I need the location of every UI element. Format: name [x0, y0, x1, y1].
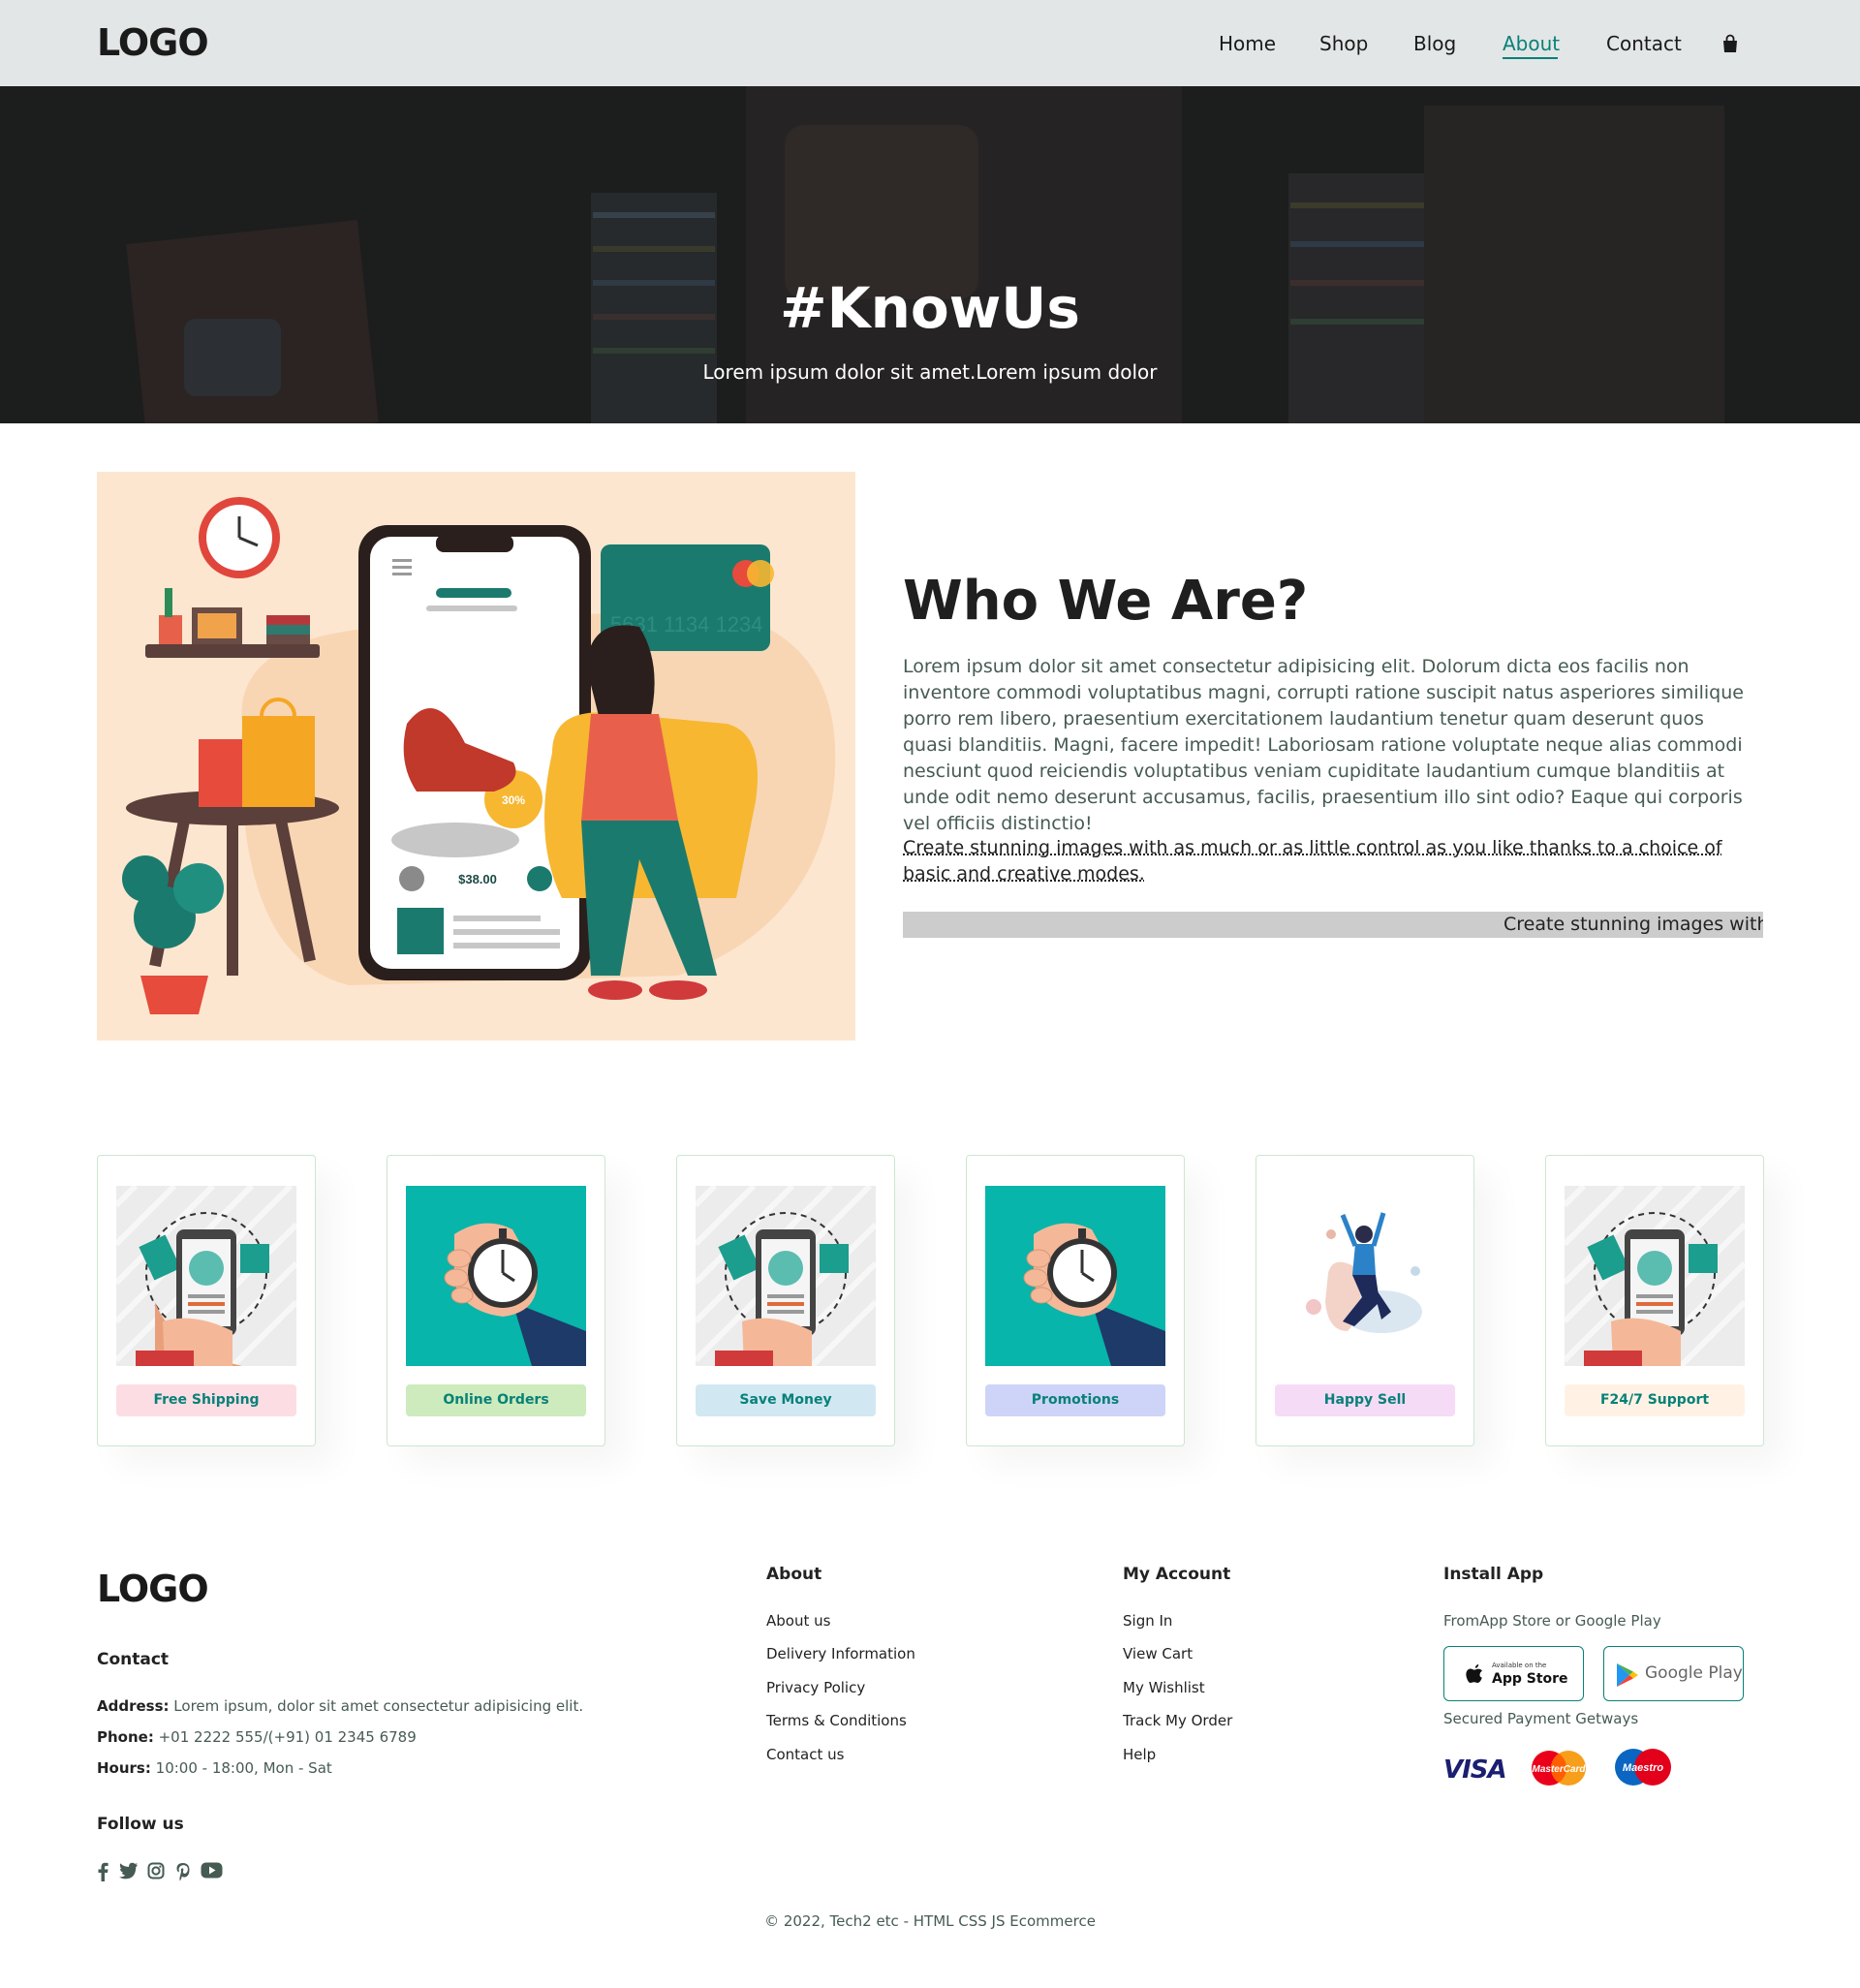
feature-label: Online Orders [406, 1384, 586, 1416]
maestro-logo: Maestro [1615, 1749, 1671, 1786]
footer-link-sign-in[interactable]: Sign In [1123, 1612, 1172, 1630]
nav-about[interactable]: About [1503, 32, 1560, 55]
feature-card[interactable]: Happy Sell [1256, 1155, 1474, 1446]
app-store-button[interactable]: Available on the App Store [1443, 1646, 1584, 1701]
feature-image [116, 1186, 296, 1366]
install-app-subtitle: FromApp Store or Google Play [1443, 1612, 1661, 1630]
install-app-heading: Install App [1443, 1565, 1544, 1584]
marquee-bar: Create stunning images with a [903, 912, 1763, 938]
payments-heading: Secured Payment Getways [1443, 1710, 1639, 1727]
stopwatch-illustration [406, 1186, 586, 1366]
marquee-text: Create stunning images with a [1504, 914, 1763, 935]
phone-cart-illustration [696, 1186, 876, 1366]
feature-label: Save Money [696, 1384, 876, 1416]
site-header: LOGO Home Shop Blog About Contact [0, 0, 1860, 86]
nav-shop[interactable]: Shop [1319, 32, 1368, 55]
google-play-button[interactable]: Google Play [1603, 1646, 1744, 1701]
feature-image [1565, 1186, 1745, 1366]
logo[interactable]: LOGO [97, 21, 209, 64]
footer-link-view-cart[interactable]: View Cart [1123, 1645, 1193, 1662]
nav-contact[interactable]: Contact [1606, 32, 1682, 55]
apple-icon [1466, 1664, 1482, 1683]
nav-active-indicator [1503, 57, 1558, 59]
footer-link-track-order[interactable]: Track My Order [1123, 1712, 1232, 1729]
footer-link-privacy[interactable]: Privacy Policy [766, 1679, 865, 1696]
feature-label: Free Shipping [116, 1384, 296, 1416]
footer-link-about-us[interactable]: About us [766, 1612, 830, 1630]
facebook-icon[interactable] [97, 1862, 109, 1881]
contact-heading: Contact [97, 1650, 170, 1669]
youtube-icon[interactable] [201, 1862, 223, 1879]
account-heading: My Account [1123, 1565, 1231, 1584]
google-play-label: Google Play [1645, 1663, 1743, 1683]
happy-person-illustration [1275, 1186, 1455, 1366]
nav-home[interactable]: Home [1219, 32, 1276, 55]
footer-link-delivery[interactable]: Delivery Information [766, 1645, 915, 1662]
hero-banner: #KnowUs Lorem ipsum dolor sit amet.Lorem… [0, 86, 1860, 423]
instagram-icon[interactable] [147, 1862, 165, 1879]
mastercard-logo: MasterCard [1528, 1749, 1590, 1787]
visa-logo: VISA [1443, 1755, 1507, 1785]
hero-title: #KnowUs [780, 275, 1080, 341]
svg-text:Maestro: Maestro [1623, 1762, 1663, 1774]
phone-cart-illustration [116, 1186, 296, 1366]
pinterest-icon[interactable] [175, 1862, 191, 1881]
app-store-label: App Store [1492, 1671, 1568, 1687]
about-illustration: 30% $38.00 5631 1134 1234 [97, 472, 855, 1041]
about-link[interactable]: Create stunning images with as much or a… [903, 835, 1755, 887]
feature-label: Happy Sell [1275, 1384, 1455, 1416]
footer-link-contact[interactable]: Contact us [766, 1746, 844, 1763]
copyright: © 2022, Tech2 etc - HTML CSS JS Ecommerc… [764, 1912, 1096, 1930]
hours-line: Hours: 10:00 - 18:00, Mon - Sat [97, 1759, 332, 1777]
feature-card[interactable]: Free Shipping [97, 1155, 316, 1446]
feature-image [696, 1186, 876, 1366]
phone-cart-illustration [1565, 1186, 1745, 1366]
feature-label: F24/7 Support [1565, 1384, 1745, 1416]
hero-subtitle: Lorem ipsum dolor sit amet.Lorem ipsum d… [702, 360, 1158, 384]
app-store-caption: Available on the [1492, 1662, 1547, 1669]
about-paragraph: Lorem ipsum dolor sit amet consectetur a… [903, 656, 1744, 834]
feature-card[interactable]: Save Money [676, 1155, 895, 1446]
svg-text:$38.00: $38.00 [458, 872, 497, 886]
feature-image [985, 1186, 1165, 1366]
feature-card[interactable]: Promotions [966, 1155, 1185, 1446]
address-line: Address: Lorem ipsum, dolor sit amet con… [97, 1697, 584, 1715]
footer-link-help[interactable]: Help [1123, 1746, 1156, 1763]
svg-text:30%: 30% [502, 793, 525, 807]
about-heading: About [766, 1565, 822, 1584]
footer-logo[interactable]: LOGO [97, 1568, 209, 1610]
about-title: Who We Are? [903, 570, 1309, 633]
feature-image [1275, 1186, 1455, 1366]
follow-heading: Follow us [97, 1815, 184, 1834]
google-play-icon [1617, 1663, 1638, 1687]
svg-text:MasterCard: MasterCard [1532, 1764, 1586, 1775]
feature-card[interactable]: Online Orders [387, 1155, 605, 1446]
nav-blog[interactable]: Blog [1413, 32, 1456, 55]
twitter-icon[interactable] [118, 1862, 139, 1879]
shopping-bag-icon[interactable] [1720, 34, 1740, 53]
feature-card[interactable]: F24/7 Support [1545, 1155, 1764, 1446]
footer-link-terms[interactable]: Terms & Conditions [766, 1712, 907, 1729]
footer-link-wishlist[interactable]: My Wishlist [1123, 1679, 1205, 1696]
feature-label: Promotions [985, 1384, 1165, 1416]
feature-image [406, 1186, 586, 1366]
phone-line: Phone: +01 2222 555/(+91) 01 2345 6789 [97, 1728, 417, 1746]
stopwatch-illustration [985, 1186, 1165, 1366]
